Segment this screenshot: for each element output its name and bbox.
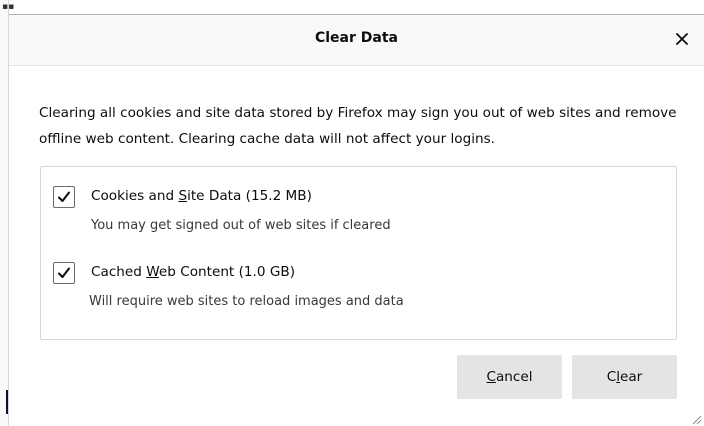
clear-label-prefix: C: [606, 369, 617, 385]
cache-label-accesskey: W: [146, 264, 159, 280]
cancel-button[interactable]: Cancel: [457, 355, 562, 399]
clear-button[interactable]: Clear: [572, 355, 677, 399]
cookies-description: You may get signed out of web sites if c…: [91, 218, 391, 233]
clear-data-dialog: Clear Data Clearing all cookies and site…: [9, 14, 704, 426]
background-window-glyph: ▪▪: [2, 2, 15, 12]
clear-label-suffix: ear: [619, 369, 643, 385]
close-icon: [676, 33, 688, 45]
cancel-label-rest: ancel: [495, 369, 533, 385]
close-button[interactable]: [670, 27, 694, 51]
cancel-accesskey: C: [486, 369, 496, 385]
cookies-label-accesskey: S: [178, 188, 188, 204]
checkmark-icon: [58, 191, 70, 202]
cache-description: Will require web sites to reload images …: [89, 294, 404, 309]
dialog-titlebar: Clear Data: [9, 15, 704, 66]
background-window-edge: ▪▪: [0, 0, 14, 426]
dialog-title: Clear Data: [314, 30, 398, 46]
cache-label[interactable]: Cached Web Content (1.0 GB): [91, 264, 295, 280]
cookies-checkbox[interactable]: [53, 186, 75, 208]
cache-checkbox[interactable]: [53, 262, 75, 284]
cookies-label[interactable]: Cookies and Site Data (15.2 MB): [91, 188, 312, 204]
clear-options-group: Cookies and Site Data (15.2 MB) You may …: [40, 166, 677, 340]
background-window-scroll-edge: [6, 390, 8, 414]
dialog-description: Clearing all cookies and site data store…: [39, 105, 677, 147]
cache-label-suffix: eb Content (1.0 GB): [158, 264, 295, 280]
cookies-label-prefix: Cookies and: [91, 188, 179, 204]
cookies-label-suffix: ite Data (15.2 MB): [187, 188, 312, 204]
checkmark-icon: [58, 267, 70, 278]
screen: ▪▪ Clear Data Clearing all cookies and s…: [0, 0, 704, 426]
resize-grip-icon[interactable]: [690, 413, 702, 425]
cache-label-prefix: Cached: [91, 264, 147, 280]
